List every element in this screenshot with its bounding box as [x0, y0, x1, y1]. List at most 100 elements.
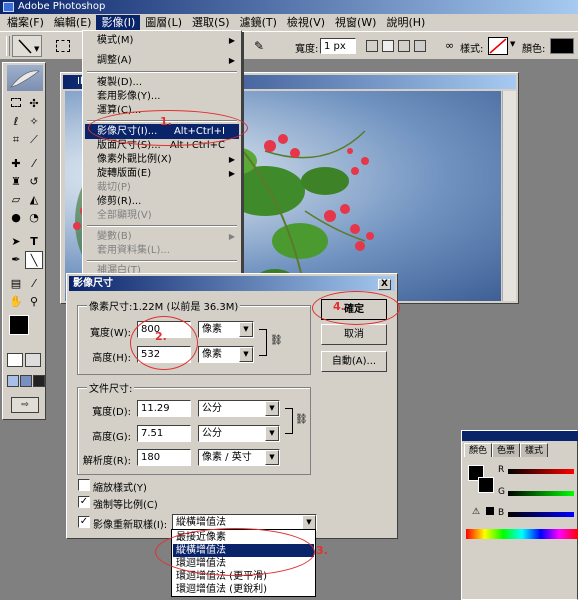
- line-tool-preset-icon[interactable]: ▼: [12, 35, 42, 57]
- shape-layers-icon[interactable]: [56, 40, 70, 52]
- standard-mode-icon[interactable]: [7, 353, 23, 367]
- resample-image-checkbox[interactable]: ✓: [78, 516, 90, 528]
- zoom-tool-icon[interactable]: ⚲: [25, 293, 43, 311]
- chevron-down-icon: ▼: [265, 401, 279, 416]
- pixel-height-unit-select[interactable]: 像素 ▼: [198, 346, 254, 363]
- color-swatch[interactable]: [550, 38, 574, 54]
- dialog-title-bar: 影像尺寸 X: [69, 276, 395, 291]
- scale-styles-checkbox[interactable]: [78, 479, 90, 491]
- slice-tool-icon[interactable]: ⟋: [25, 131, 43, 149]
- gamut-warning-icon[interactable]: ⚠: [472, 507, 480, 517]
- annotation-number-4: 4.: [333, 300, 345, 313]
- green-slider[interactable]: [508, 491, 574, 496]
- width-input[interactable]: 1 px: [320, 38, 356, 54]
- tab-styles[interactable]: 樣式: [520, 443, 549, 457]
- custom-shape-icon[interactable]: ✎: [254, 40, 270, 52]
- clone-stamp-tool-icon[interactable]: ♜: [7, 173, 25, 191]
- color-label: 顏色:: [522, 44, 546, 55]
- path-selection-tool-icon[interactable]: ➤: [7, 233, 25, 251]
- constrain-proportions-label: 強制等比例(C): [93, 500, 158, 511]
- menu-view[interactable]: 檢視(V): [282, 15, 330, 31]
- menu-item-adjust[interactable]: 調整(A) ▶: [85, 53, 239, 68]
- close-icon[interactable]: X: [378, 279, 391, 290]
- screen-mode-standard-icon[interactable]: [7, 375, 19, 387]
- constrain-proportions-checkbox[interactable]: ✓: [78, 496, 90, 508]
- hand-tool-icon[interactable]: ✋: [7, 293, 25, 311]
- history-brush-tool-icon[interactable]: ↺: [25, 173, 43, 191]
- menu-edit[interactable]: 編輯(E): [49, 15, 97, 31]
- color-ramp[interactable]: [466, 529, 578, 539]
- crop-tool-icon[interactable]: ⌗: [7, 131, 25, 149]
- screen-mode-full-menu-icon[interactable]: [20, 375, 32, 387]
- menu-separator: [87, 260, 237, 262]
- menu-item-pixel-aspect[interactable]: 像素外觀比例(X) ▶: [85, 152, 239, 167]
- tab-swatches[interactable]: 色票: [492, 443, 521, 457]
- pixel-width-unit-select[interactable]: 像素 ▼: [198, 321, 254, 338]
- magic-wand-tool-icon[interactable]: ✧: [25, 113, 43, 131]
- combine-mode-exclude-icon[interactable]: [414, 40, 426, 52]
- screen-mode-full-icon[interactable]: [33, 375, 45, 387]
- image-vertical-scrollbar[interactable]: [502, 91, 516, 301]
- menu-file[interactable]: 檔案(F): [2, 15, 49, 31]
- line-tool-icon[interactable]: ╲: [25, 251, 43, 269]
- healing-brush-tool-icon[interactable]: ✚: [7, 155, 25, 173]
- paint-bucket-tool-icon[interactable]: ◭: [25, 191, 43, 209]
- doc-width-unit-select[interactable]: 公分 ▼: [198, 400, 280, 417]
- menu-item-mode[interactable]: 模式(M) ▶: [85, 33, 239, 48]
- eraser-tool-icon[interactable]: ▱: [7, 191, 25, 209]
- resolution-unit-select[interactable]: 像素 / 英寸 ▼: [198, 449, 280, 466]
- image-menu-dropdown: 模式(M) ▶ 調整(A) ▶ 複製(D)... 套用影像(Y)... 運算(C).…: [82, 30, 242, 276]
- constrain-bracket: [259, 329, 267, 356]
- combine-mode-intersect-icon[interactable]: [398, 40, 410, 52]
- notes-tool-icon[interactable]: ▤: [7, 275, 25, 293]
- style-dropdown-icon[interactable]: ▼: [510, 40, 515, 48]
- pen-tool-icon[interactable]: ✒: [7, 251, 25, 269]
- menu-item-apply-image[interactable]: 套用影像(Y)...: [85, 89, 239, 104]
- blue-slider[interactable]: [508, 512, 574, 517]
- annotation-number-3: 3.: [316, 544, 328, 557]
- lasso-tool-icon[interactable]: ℓ: [7, 113, 25, 131]
- foreground-color-swatch[interactable]: [9, 315, 29, 335]
- width-label: 寬度:: [295, 44, 319, 55]
- brush-tool-icon[interactable]: ⁄: [25, 155, 43, 173]
- palette-background-swatch[interactable]: [478, 477, 494, 493]
- doc-height-input[interactable]: 7.51: [137, 425, 191, 442]
- menu-image[interactable]: 影像(I): [96, 14, 141, 31]
- jump-to-imageready-icon[interactable]: ⇨: [11, 397, 39, 413]
- doc-height-unit-select[interactable]: 公分 ▼: [198, 425, 280, 442]
- cancel-button[interactable]: 取消: [321, 324, 387, 345]
- move-tool-icon[interactable]: ✣: [25, 95, 43, 113]
- menu-select[interactable]: 選取(S): [187, 15, 235, 31]
- combine-mode-add-icon[interactable]: [366, 40, 378, 52]
- blur-tool-icon[interactable]: ●: [7, 209, 25, 227]
- type-tool-icon[interactable]: T: [25, 233, 43, 251]
- auto-button[interactable]: 自動(A)...: [321, 351, 387, 372]
- tab-color[interactable]: 顏色: [464, 443, 493, 457]
- marquee-tool-icon[interactable]: [7, 95, 25, 113]
- menu-item-rotate-canvas[interactable]: 旋轉版面(E) ▶: [85, 166, 239, 181]
- options-grip: [6, 36, 10, 56]
- quick-mask-mode-icon[interactable]: [25, 353, 41, 367]
- svg-text:▼: ▼: [34, 45, 40, 53]
- gamut-color-swatch[interactable]: [486, 507, 494, 515]
- app-title-bar: Adobe Photoshop: [0, 0, 578, 14]
- link-icon[interactable]: ∞: [445, 39, 455, 53]
- resample-option[interactable]: 環迴增值法 (更銳利): [173, 583, 314, 596]
- doc-width-input[interactable]: 11.29: [137, 400, 191, 417]
- menu-window[interactable]: 視窗(W): [330, 15, 381, 31]
- annotation-ellipse-2: [130, 316, 198, 370]
- resolution-input[interactable]: 180: [137, 449, 191, 466]
- menu-item-trim[interactable]: 修剪(R)...: [85, 194, 239, 209]
- menu-separator: [87, 225, 237, 227]
- menu-layer[interactable]: 圖層(L): [140, 15, 187, 31]
- channel-r-label: R: [498, 465, 505, 475]
- combine-mode-subtract-icon[interactable]: [382, 40, 394, 52]
- dodge-tool-icon[interactable]: ◔: [25, 209, 43, 227]
- style-swatch-icon[interactable]: [488, 37, 508, 55]
- menu-item-duplicate[interactable]: 複製(D)...: [85, 75, 239, 90]
- eyedropper-tool-icon[interactable]: ⁄: [25, 275, 43, 293]
- constrain-bracket: [285, 408, 293, 434]
- menu-filter[interactable]: 濾鏡(T): [235, 15, 282, 31]
- red-slider[interactable]: [508, 469, 574, 474]
- menu-help[interactable]: 說明(H): [381, 15, 430, 31]
